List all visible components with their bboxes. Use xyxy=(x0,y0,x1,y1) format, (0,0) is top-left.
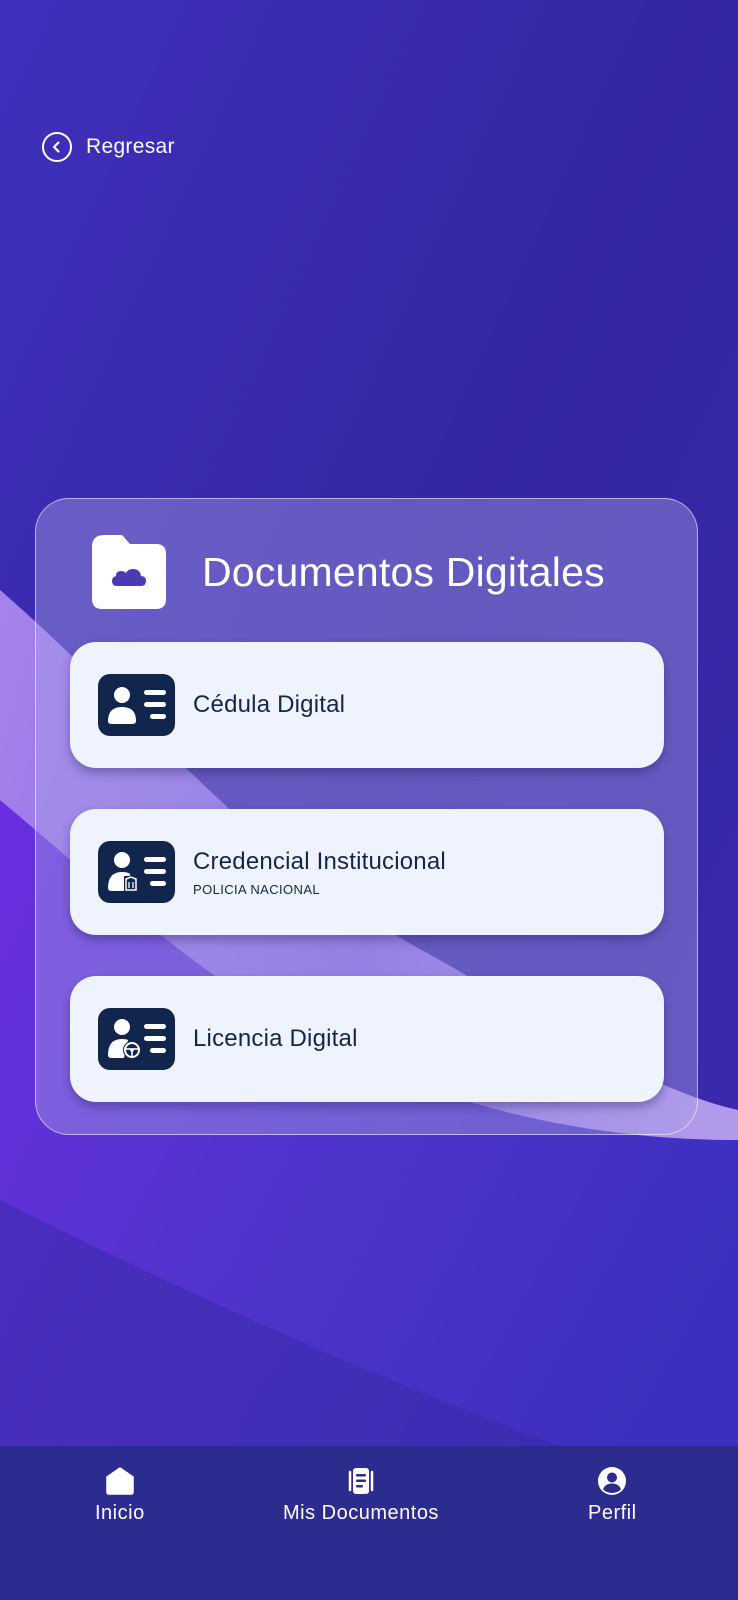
card-header: Documentos Digitales xyxy=(90,533,605,611)
nav-item-mis-documentos[interactable]: Mis Documentos xyxy=(283,1466,439,1525)
home-icon xyxy=(106,1467,134,1495)
nav-item-perfil[interactable]: Perfil xyxy=(588,1466,637,1525)
document-name: Credencial Institucional xyxy=(193,847,446,875)
chevron-left-circle-icon xyxy=(42,132,72,162)
document-item-cedula[interactable]: Cédula Digital xyxy=(70,642,664,768)
nav-label: Inicio xyxy=(95,1502,145,1524)
back-label: Regresar xyxy=(86,135,175,158)
profile-icon xyxy=(598,1467,627,1495)
document-subtitle: POLICIA NACIONAL xyxy=(193,881,321,897)
document-item-licencia[interactable]: Licencia Digital xyxy=(70,976,664,1102)
bottom-navigation: Inicio Mis Documentos Perfil xyxy=(0,1446,738,1600)
document-name: Cédula Digital xyxy=(193,691,346,718)
nav-label: Perfil xyxy=(588,1502,637,1524)
document-name: Licencia Digital xyxy=(193,1025,358,1052)
nav-label: Mis Documentos xyxy=(283,1502,439,1524)
driver-license-icon xyxy=(98,1008,175,1070)
documents-card: Documentos Digitales Cédula Digital Cred… xyxy=(35,498,698,1135)
document-item-credencial[interactable]: Credencial Institucional POLICIA NACIONA… xyxy=(70,809,664,935)
nav-item-inicio[interactable]: Inicio xyxy=(95,1466,145,1525)
documents-icon xyxy=(348,1468,374,1494)
institutional-id-icon xyxy=(98,841,175,903)
cloud-folder-icon xyxy=(92,535,166,609)
id-card-icon xyxy=(98,674,175,736)
card-title: Documentos Digitales xyxy=(202,548,605,595)
back-button[interactable]: Regresar xyxy=(42,132,175,162)
